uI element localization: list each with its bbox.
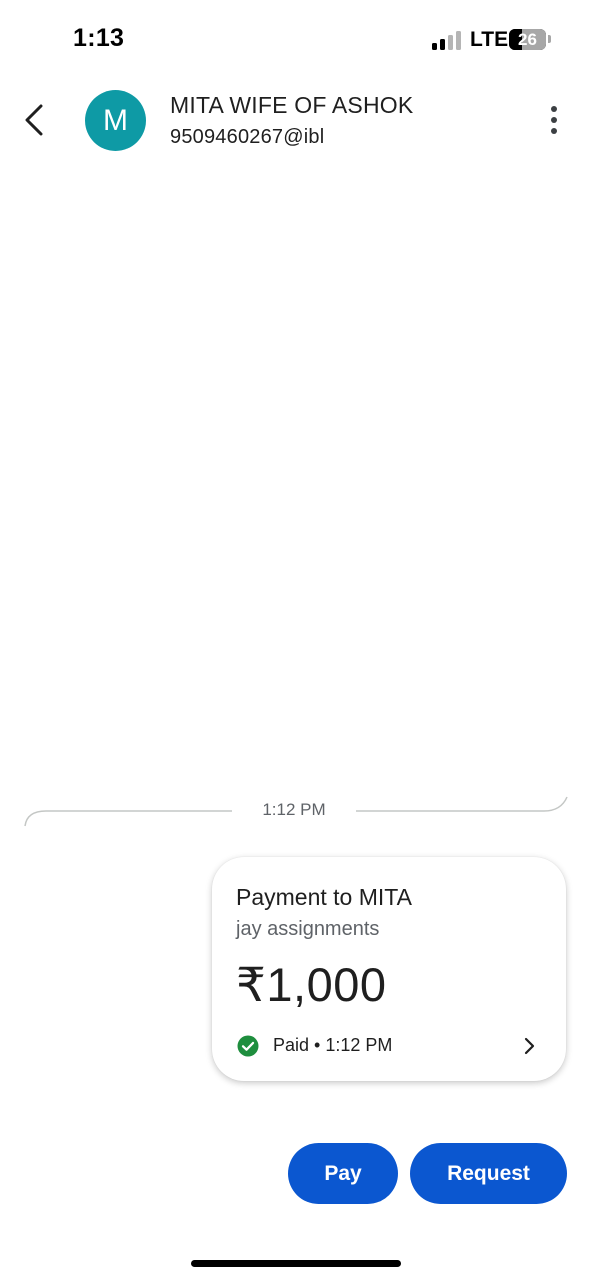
chevron-left-icon	[25, 104, 43, 136]
status-time: 1:13	[73, 24, 125, 52]
payment-note: jay assignments	[236, 918, 380, 940]
battery-icon: 26	[509, 29, 546, 50]
avatar[interactable]: M	[85, 90, 146, 151]
request-button[interactable]: Request	[410, 1143, 567, 1204]
back-button[interactable]	[18, 102, 54, 138]
date-divider: 1:12 PM	[232, 800, 356, 820]
payment-title: Payment to MITA	[236, 884, 412, 910]
more-options-button[interactable]	[540, 104, 568, 136]
network-type: LTE	[470, 28, 509, 51]
contact-name[interactable]: MITA WIFE OF ASHOK	[170, 92, 413, 119]
contact-upi-id: 9509460267@ibl	[170, 126, 325, 148]
signal-strength-icon	[432, 30, 462, 50]
battery-tip	[548, 35, 551, 43]
battery-level: 26	[518, 30, 537, 49]
avatar-initial: M	[103, 103, 128, 137]
pay-button[interactable]: Pay	[288, 1143, 398, 1204]
check-circle-icon	[237, 1035, 259, 1057]
payment-amount: ₹1,000	[236, 958, 387, 1011]
payment-status: Paid • 1:12 PM	[273, 1035, 393, 1055]
more-vertical-icon	[551, 106, 557, 134]
home-indicator[interactable]	[191, 1260, 401, 1267]
chevron-right-icon[interactable]	[520, 1035, 540, 1057]
